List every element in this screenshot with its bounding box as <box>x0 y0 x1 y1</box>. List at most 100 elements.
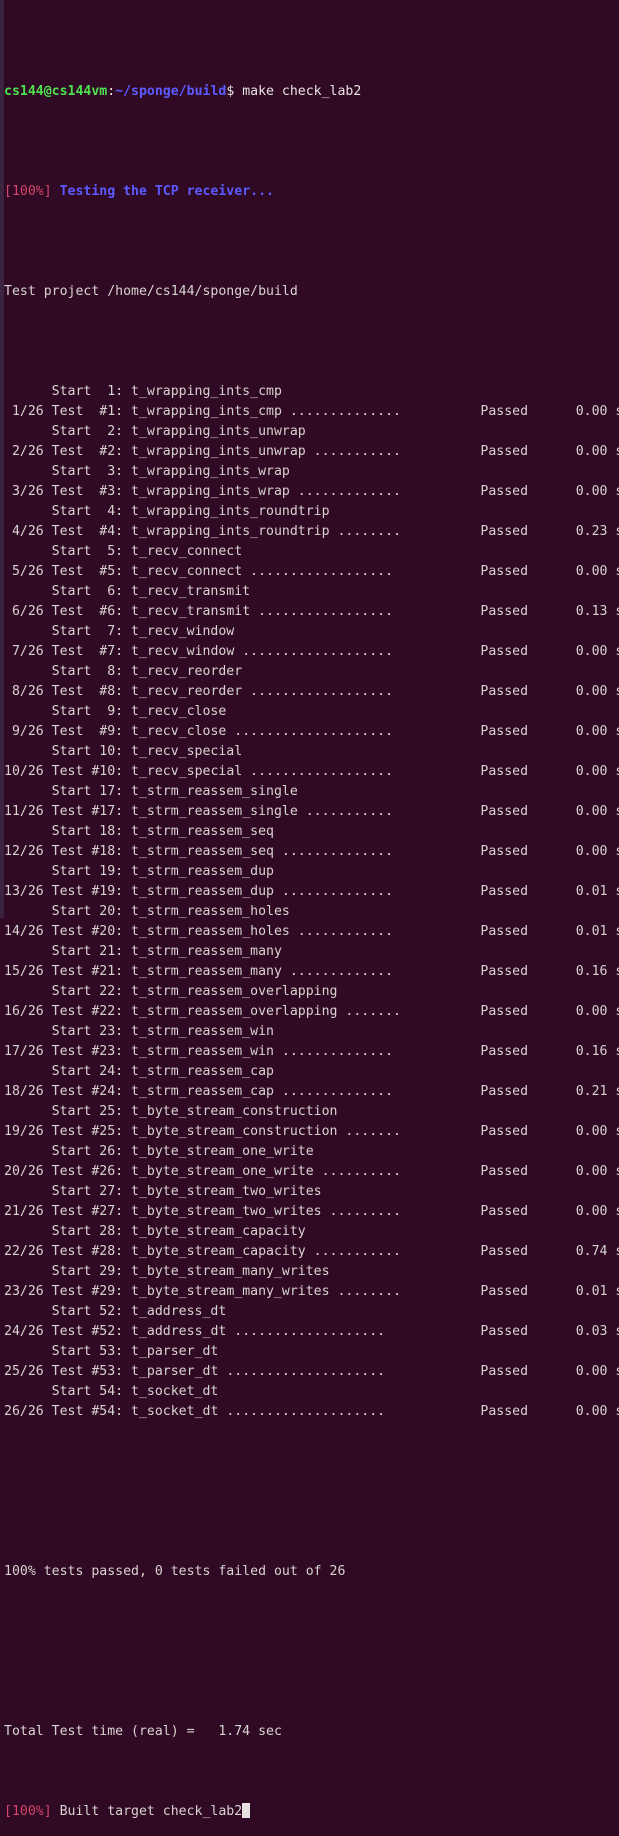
test-result-line: 22/26 Test #28: t_byte_stream_capacity .… <box>4 1242 619 1262</box>
test-progress: 2/26 <box>4 444 44 459</box>
result-padding <box>385 1364 480 1379</box>
test-number: Test #4: <box>43 524 132 539</box>
test-result-status: Passed <box>480 404 529 419</box>
test-duration: 0.16 sec <box>575 1044 619 1059</box>
time-padding <box>528 1324 576 1339</box>
test-result-line: 18/26 Test #24: t_strm_reassem_cap .....… <box>4 1082 619 1102</box>
test-duration: 0.01 sec <box>575 924 619 939</box>
test-result-status: Passed <box>480 1284 529 1299</box>
result-padding <box>393 644 480 659</box>
test-duration: 0.00 sec <box>575 1004 619 1019</box>
test-number: Test #25: <box>43 1124 132 1139</box>
test-duration: 0.13 sec <box>575 604 619 619</box>
test-progress: 25/26 <box>4 1364 44 1379</box>
test-progress: 24/26 <box>4 1324 44 1339</box>
test-result-status: Passed <box>480 1164 529 1179</box>
test-number: Test #19: <box>43 884 132 899</box>
test-progress: 20/26 <box>4 1164 44 1179</box>
result-padding <box>401 444 480 459</box>
test-name: t_recv_close <box>131 724 227 739</box>
test-name: t_parser_dt <box>131 1364 219 1379</box>
result-padding <box>385 1324 480 1339</box>
test-number: Test #5: <box>43 564 132 579</box>
test-dot-leader: .................... <box>218 1404 386 1419</box>
test-duration: 0.00 sec <box>575 484 619 499</box>
test-result-status: Passed <box>480 1084 529 1099</box>
test-name: t_byte_stream_construction <box>131 1124 338 1139</box>
test-dot-leader: .............. <box>273 884 394 899</box>
test-name: t_strm_reassem_single <box>131 804 298 819</box>
test-start-line: Start 22: t_strm_reassem_overlapping <box>4 984 338 999</box>
time-padding <box>528 524 576 539</box>
test-result-line: 19/26 Test #25: t_byte_stream_constructi… <box>4 1122 619 1142</box>
test-number: Test #17: <box>43 804 132 819</box>
test-progress: 10/26 <box>4 764 44 779</box>
test-name: t_wrapping_ints_unwrap <box>131 444 306 459</box>
test-result-status: Passed <box>480 524 529 539</box>
test-progress: 12/26 <box>4 844 44 859</box>
test-dot-leader: ............ <box>289 924 394 939</box>
test-name: t_recv_window <box>131 644 235 659</box>
test-start-line: Start 17: t_strm_reassem_single <box>4 784 298 799</box>
test-progress: 19/26 <box>4 1124 44 1139</box>
test-duration: 0.00 sec <box>575 1404 619 1419</box>
test-progress: 15/26 <box>4 964 44 979</box>
test-name: t_byte_stream_many_writes <box>131 1284 330 1299</box>
test-progress: 8/26 <box>4 684 44 699</box>
test-number: Test #26: <box>43 1164 132 1179</box>
test-result-line: 12/26 Test #18: t_strm_reassem_seq .....… <box>4 842 619 862</box>
test-name: t_recv_connect <box>131 564 243 579</box>
test-result-status: Passed <box>480 484 529 499</box>
test-name: t_strm_reassem_win <box>131 1044 274 1059</box>
terminal-screen[interactable]: cs144@cs144vm:~/sponge/build$ make check… <box>0 2 619 1836</box>
test-dot-leader: .............. <box>273 844 394 859</box>
test-dot-leader: ....... <box>337 1124 402 1139</box>
time-padding <box>528 764 576 779</box>
result-padding <box>393 724 480 739</box>
test-number: Test #2: <box>43 444 132 459</box>
test-start-line: Start 54: t_socket_dt <box>4 1384 219 1399</box>
test-number: Test #52: <box>43 1324 132 1339</box>
time-padding <box>528 1044 576 1059</box>
test-number: Test #53: <box>43 1364 132 1379</box>
test-result-line: 2/26 Test #2: t_wrapping_ints_unwrap ...… <box>4 442 619 462</box>
test-result-status: Passed <box>480 644 529 659</box>
shell-prompt-line: cs144@cs144vm:~/sponge/build$ make check… <box>4 82 619 102</box>
test-name: t_strm_reassem_seq <box>131 844 274 859</box>
test-duration: 0.16 sec <box>575 964 619 979</box>
test-duration: 0.00 sec <box>575 844 619 859</box>
test-duration: 0.21 sec <box>575 1084 619 1099</box>
test-duration: 0.00 sec <box>575 644 619 659</box>
test-start-line: Start 52: t_address_dt <box>4 1304 227 1319</box>
test-result-line: 16/26 Test #22: t_strm_reassem_overlappi… <box>4 1002 619 1022</box>
time-padding <box>528 964 576 979</box>
result-padding <box>401 1004 480 1019</box>
test-result-line: 9/26 Test #9: t_recv_close .............… <box>4 722 619 742</box>
test-name: t_wrapping_ints_wrap <box>131 484 290 499</box>
test-dot-leader: ................. <box>250 604 394 619</box>
test-progress: 26/26 <box>4 1404 44 1419</box>
result-padding <box>393 964 480 979</box>
time-padding <box>528 684 576 699</box>
terminal-window[interactable]: cs144@cs144vm:~/sponge/build$ make check… <box>0 0 619 1819</box>
test-project-line: Test project /home/cs144/sponge/build <box>4 284 298 299</box>
test-result-line: 13/26 Test #19: t_strm_reassem_dup .....… <box>4 882 619 902</box>
test-result-line: 25/26 Test #53: t_parser_dt ............… <box>4 1362 619 1382</box>
test-name: t_recv_special <box>131 764 243 779</box>
test-duration: 0.23 sec <box>575 524 619 539</box>
test-start-line: Start 3: t_wrapping_ints_wrap <box>4 464 290 479</box>
test-number: Test #20: <box>43 924 132 939</box>
time-padding <box>528 844 576 859</box>
test-dot-leader: ........... <box>297 804 394 819</box>
prompt-user-host: cs144@cs144vm <box>4 84 108 99</box>
result-padding <box>401 1164 480 1179</box>
time-padding <box>528 804 576 819</box>
test-result-line: 4/26 Test #4: t_wrapping_ints_roundtrip … <box>4 522 619 542</box>
result-padding <box>393 924 480 939</box>
test-duration: 0.00 sec <box>575 1204 619 1219</box>
result-padding <box>393 1044 480 1059</box>
test-duration: 0.00 sec <box>575 804 619 819</box>
time-padding <box>528 644 576 659</box>
test-result-line: 1/26 Test #1: t_wrapping_ints_cmp ......… <box>4 402 619 422</box>
test-number: Test #8: <box>43 684 132 699</box>
